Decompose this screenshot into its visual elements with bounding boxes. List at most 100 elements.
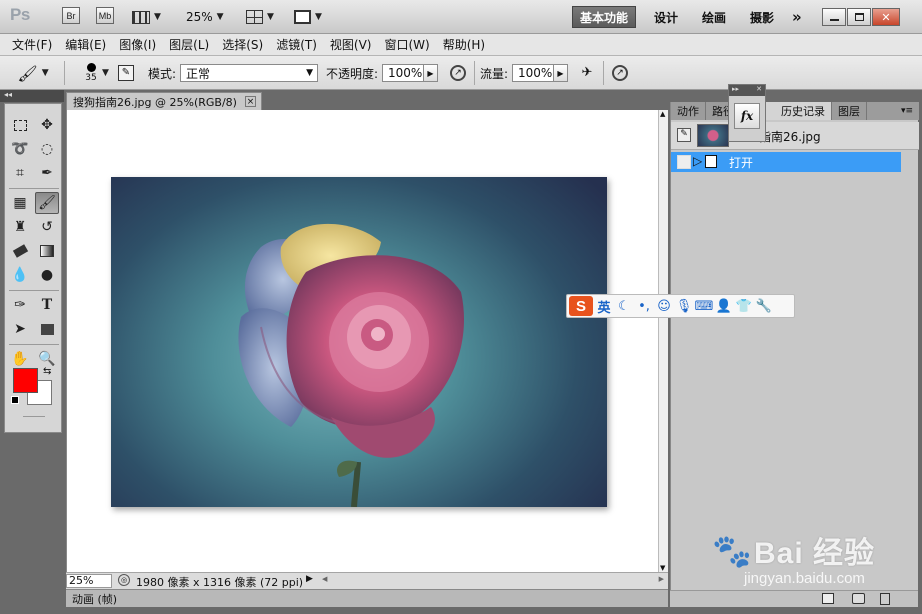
workspace-photography-button[interactable]: 摄影 bbox=[750, 7, 774, 27]
hand-tool[interactable]: ✋ bbox=[8, 348, 32, 370]
workspace-design-button[interactable]: 设计 bbox=[654, 7, 678, 27]
chevron-down-icon: ▼ bbox=[216, 12, 224, 22]
zoom-level-dropdown[interactable]: 25% ▼ bbox=[186, 7, 224, 27]
arrange-documents-button[interactable]: ▼ bbox=[246, 7, 274, 27]
move-tool[interactable]: ✥ bbox=[35, 114, 59, 136]
tablet-size-pressure-button[interactable]: ↗ bbox=[612, 56, 628, 90]
styles-fx-button[interactable]: fx bbox=[734, 103, 760, 129]
baidu-jingyan-watermark: 🐾 Bai 经验 jingyan.baidu.com bbox=[706, 528, 916, 598]
toolbox-header[interactable]: ◂◂ bbox=[0, 90, 64, 102]
shirt-icon[interactable]: 👕 bbox=[735, 296, 753, 316]
menu-edit[interactable]: 编辑(E) bbox=[59, 36, 113, 53]
menu-view[interactable]: 视图(V) bbox=[324, 36, 379, 53]
moon-icon[interactable]: ☾ bbox=[615, 296, 633, 316]
opacity-slider-arrow[interactable]: ▶ bbox=[424, 64, 438, 82]
flow-slider-arrow[interactable]: ▶ bbox=[554, 64, 568, 82]
view-extras-button[interactable]: ▼ bbox=[132, 7, 161, 27]
airbrush-icon: ✈ bbox=[581, 65, 593, 80]
crop-tool[interactable]: ⌗ bbox=[8, 162, 32, 184]
opacity-input[interactable]: 100% ▶ bbox=[382, 56, 438, 90]
default-colors-icon[interactable] bbox=[11, 396, 19, 404]
rectangle-marquee-icon bbox=[13, 119, 27, 131]
toolbox: ✥ ➰ ◌ ⌗ ✒ ▦ 🖌 ♜ ↺ 💧 ● ✑ T ➤ ✋ 🔍 ⇆ bbox=[4, 103, 62, 433]
menu-image[interactable]: 图像(I) bbox=[113, 36, 163, 53]
sogou-logo[interactable]: S bbox=[569, 296, 593, 316]
snapshot-thumbnail bbox=[697, 124, 729, 147]
move-icon: ✥ bbox=[41, 117, 53, 133]
close-button[interactable]: ✕ bbox=[872, 8, 900, 26]
document-tab[interactable]: 搜狗指南26.jpg @ 25%(RGB/8) × bbox=[66, 92, 262, 110]
tool-preset-picker[interactable]: 🖌 ▼ bbox=[8, 56, 58, 90]
tablet-opacity-pressure-button[interactable]: ↗ bbox=[450, 56, 466, 90]
marquee-tool[interactable] bbox=[8, 114, 32, 136]
menu-select[interactable]: 选择(S) bbox=[216, 36, 270, 53]
quick-selection-tool[interactable]: ◌ bbox=[35, 138, 59, 160]
snapshot-name: 指南26.jpg bbox=[759, 130, 821, 144]
mini-bridge-button[interactable]: Mb bbox=[96, 7, 114, 24]
vertical-scrollbar[interactable]: ▲ ▼ bbox=[658, 110, 668, 572]
type-tool[interactable]: T bbox=[35, 294, 59, 316]
menu-help[interactable]: 帮助(H) bbox=[437, 36, 492, 53]
minimize-button[interactable] bbox=[822, 8, 846, 26]
history-state-row[interactable]: ▷ 打开 bbox=[671, 152, 901, 172]
path-selection-tool[interactable]: ➤ bbox=[8, 318, 32, 340]
flow-input[interactable]: 100% ▶ bbox=[512, 56, 568, 90]
tab-actions[interactable]: 动作 bbox=[671, 102, 706, 120]
opacity-label: 不透明度: bbox=[326, 66, 379, 81]
scroll-right-icon[interactable]: ▶ bbox=[659, 575, 664, 583]
status-info-icon[interactable]: ◎ bbox=[118, 574, 130, 586]
float-panel-header[interactable]: ▸▸ ✕ bbox=[729, 85, 765, 96]
user-tools-icon[interactable]: 👤 bbox=[715, 296, 733, 316]
scroll-left-icon[interactable]: ◀ bbox=[322, 575, 327, 583]
zoom-field[interactable]: 25% bbox=[66, 574, 112, 588]
quick-selection-icon: ◌ bbox=[40, 141, 54, 157]
more-workspaces-button[interactable]: » bbox=[792, 7, 802, 27]
ime-language-toggle[interactable]: 英 bbox=[595, 296, 613, 316]
keyboard-icon[interactable]: ⌨ bbox=[695, 296, 714, 316]
expand-icon: ▸▸ bbox=[732, 85, 740, 93]
flow-label: 流量: bbox=[480, 66, 509, 81]
screen-mode-button[interactable]: ▼ bbox=[294, 7, 322, 27]
gradient-tool[interactable] bbox=[35, 240, 59, 262]
workspace-essentials-button[interactable]: 基本功能 bbox=[572, 6, 636, 28]
healing-brush-tool[interactable]: ▦ bbox=[8, 192, 32, 214]
airbrush-button[interactable]: ✈ bbox=[578, 56, 596, 90]
chevron-down-icon[interactable]: ▼ bbox=[102, 56, 109, 90]
tab-layers[interactable]: 图层 bbox=[832, 102, 867, 120]
mode-select[interactable]: 正常 ▼ bbox=[180, 56, 318, 90]
menu-file[interactable]: 文件(F) bbox=[6, 36, 59, 53]
microphone-icon[interactable]: 🎙 bbox=[675, 296, 693, 316]
dodge-tool[interactable]: ● bbox=[35, 264, 59, 286]
restore-button[interactable] bbox=[847, 8, 871, 26]
close-document-button[interactable]: × bbox=[244, 96, 256, 107]
checkbox[interactable] bbox=[677, 155, 691, 169]
clone-stamp-tool[interactable]: ♜ bbox=[8, 216, 32, 238]
eraser-tool[interactable] bbox=[8, 240, 32, 262]
animation-panel-label: 动画 (帧) bbox=[72, 592, 118, 606]
shape-tool[interactable] bbox=[35, 318, 59, 340]
workspace-painting-button[interactable]: 绘画 bbox=[702, 7, 726, 27]
history-slider-icon[interactable]: ▷ bbox=[693, 154, 702, 168]
status-menu-arrow-icon[interactable]: ▶ bbox=[306, 574, 313, 584]
wrench-icon[interactable]: 🔧 bbox=[755, 296, 773, 316]
punctuation-icon[interactable]: •, bbox=[635, 296, 653, 316]
pen-tool[interactable]: ✑ bbox=[8, 294, 32, 316]
menu-window[interactable]: 窗口(W) bbox=[378, 36, 436, 53]
close-icon: ✕ bbox=[881, 10, 891, 24]
menu-filter[interactable]: 滤镜(T) bbox=[270, 36, 324, 53]
bridge-button[interactable]: Br bbox=[62, 7, 80, 24]
swap-colors-icon[interactable]: ⇆ bbox=[43, 366, 51, 377]
panel-menu-icon[interactable]: ▾≡ bbox=[895, 102, 919, 120]
lasso-tool[interactable]: ➰ bbox=[8, 138, 32, 160]
brush-tool[interactable]: 🖌 bbox=[35, 192, 59, 214]
history-snapshot[interactable]: ✎ 指南26.jpg bbox=[671, 122, 919, 150]
menu-layer[interactable]: 图层(L) bbox=[163, 36, 216, 53]
smile-icon[interactable]: ☺ bbox=[655, 296, 673, 316]
eyedropper-tool[interactable]: ✒ bbox=[35, 162, 59, 184]
blur-tool[interactable]: 💧 bbox=[8, 264, 32, 286]
type-icon: T bbox=[41, 297, 53, 313]
zoom-level-value: 25% bbox=[186, 10, 213, 24]
history-brush-tool[interactable]: ↺ bbox=[35, 216, 59, 238]
animation-panel-tab[interactable]: 动画 (帧) bbox=[66, 589, 668, 607]
brush-panel-toggle[interactable]: ✎ bbox=[118, 56, 134, 90]
